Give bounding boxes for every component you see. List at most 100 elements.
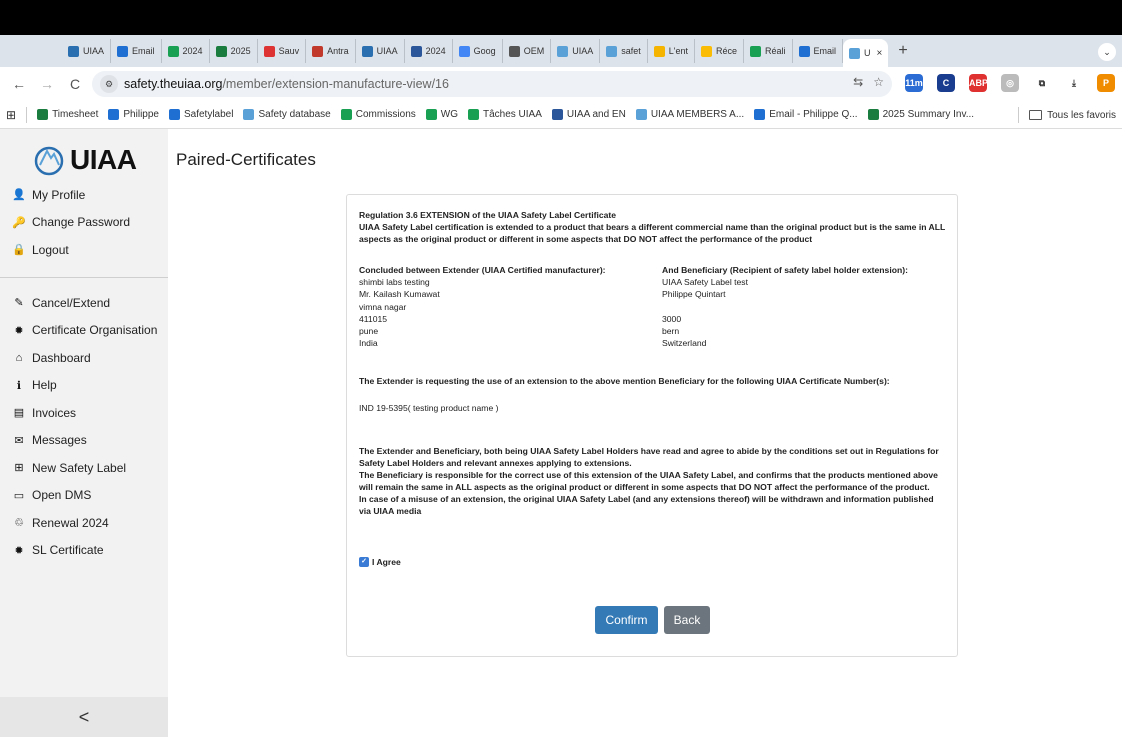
sidebar-item-new-safety-label[interactable]: ⊞ New Safety Label [0, 454, 168, 482]
sidebar-item-logout[interactable]: 🔒 Logout [0, 236, 168, 264]
browser-tab[interactable]: Email [111, 39, 162, 63]
extension-icon[interactable]: P [1097, 74, 1115, 92]
bookmark-item[interactable]: WG [425, 109, 458, 120]
uiaa-logo[interactable]: UIAA [32, 143, 137, 177]
sidebar-item-label: Logout [32, 242, 69, 257]
browser-tab[interactable]: 2024 [405, 39, 453, 63]
tab-label: Goog [473, 46, 496, 56]
extensions-area: 11mCABP◎⧉⤓P⋮ [905, 74, 1122, 92]
regulation-title: Regulation 3.6 EXTENSION of the UIAA Saf… [359, 210, 617, 220]
extension-icon[interactable]: ◎ [1001, 74, 1019, 92]
beneficiary-line [662, 301, 952, 313]
tab-label: Email [813, 46, 837, 56]
bookmark-item[interactable]: Philippe [108, 109, 159, 120]
bookmark-favicon-icon [467, 109, 479, 120]
bookmark-label: Timesheet [52, 109, 99, 120]
browser-tab[interactable]: 2025 [210, 39, 258, 63]
folder-icon [1029, 110, 1043, 120]
sidebar-item-renewal-2024[interactable]: ♲ Renewal 2024 [0, 509, 168, 537]
bookmark-favicon-icon [425, 109, 437, 120]
bookmark-item[interactable]: Email - Philippe Q... [754, 109, 858, 120]
url-bar[interactable]: ⚙ safety.theuiaa.org/member/extension-ma… [92, 71, 892, 97]
agree-row[interactable]: ✓ I Agree [359, 557, 401, 567]
browser-tab[interactable]: UIAA [551, 39, 601, 63]
browser-tab[interactable]: Réali [744, 39, 793, 63]
site-info-icon[interactable]: ⚙ [100, 75, 118, 93]
confirm-button[interactable]: Confirm [595, 606, 658, 634]
extension-icon[interactable]: ⧉ [1033, 74, 1051, 92]
bookmark-star-icon[interactable]: ☆ [873, 75, 884, 89]
sidebar-item-invoices[interactable]: ▤ Invoices [0, 399, 168, 427]
condition-paragraph: The Beneficiary is responsible for the c… [359, 470, 938, 492]
tab-favicon-icon [653, 45, 665, 57]
bookmark-label: 2025 Summary Inv... [882, 109, 975, 120]
agree-checkbox[interactable]: ✓ [359, 557, 369, 567]
forward-arrow-icon[interactable]: → [36, 76, 58, 92]
all-bookmarks[interactable]: Tous les favoris [1008, 107, 1116, 123]
browser-tab[interactable]: Antra [306, 39, 356, 63]
tab-search-icon[interactable]: ⌄ [1098, 43, 1116, 61]
back-button[interactable]: Back [664, 606, 710, 634]
all-bookmarks-label: Tous les favoris [1047, 109, 1116, 121]
tab-label: UIAA [83, 46, 105, 56]
extension-icon[interactable]: C [937, 74, 955, 92]
sidebar-item-certificate-organisation[interactable]: ✹ Certificate Organisation [0, 317, 168, 345]
back-arrow-icon[interactable]: ← [8, 76, 30, 92]
sidebar-item-my-profile[interactable]: 👤 My Profile [0, 181, 168, 209]
apps-grid-icon[interactable]: ⊞ [6, 108, 16, 122]
translate-icon[interactable]: ⇆ [853, 75, 863, 89]
reload-icon[interactable]: C [64, 76, 86, 92]
condition-paragraph: The Extender and Beneficiary, both being… [359, 446, 939, 468]
sidebar-item-help[interactable]: ℹ Help [0, 372, 168, 400]
bookmark-item[interactable]: 2025 Summary Inv... [867, 109, 975, 120]
browser-tab[interactable]: Goog [453, 39, 503, 63]
logout-icon: 🔒 [12, 244, 26, 257]
sidebar-item-sl-certificate[interactable]: ✹ SL Certificate [0, 537, 168, 565]
browser-tab[interactable]: L'ent [648, 39, 695, 63]
browser-tab[interactable]: Réce [695, 39, 745, 63]
bookmark-item[interactable]: Timesheet [37, 109, 98, 120]
help-icon: ℹ [16, 379, 22, 392]
tab-favicon-icon [606, 45, 618, 57]
tab-favicon-icon [117, 45, 129, 57]
tab-favicon-icon [361, 45, 373, 57]
bookmark-item[interactable]: UIAA and EN [551, 109, 626, 120]
tab-label: UIAA [376, 46, 398, 56]
bookmark-item[interactable]: Commissions [340, 109, 416, 120]
new-tab-button[interactable]: + [898, 42, 907, 60]
bookmarks-bar: ⊞ Timesheet Philippe Safetylabel Safety dat… [0, 101, 1122, 129]
extension-icon[interactable]: 11m [905, 74, 923, 92]
beneficiary-heading: And Beneficiary (Recipient of safety lab… [662, 265, 908, 275]
tab-label: Réce [716, 46, 738, 56]
close-tab-icon[interactable]: × [877, 48, 883, 59]
invoices-icon: ▤ [13, 407, 25, 420]
browser-tab[interactable]: Email [793, 39, 844, 63]
tab-favicon-icon [312, 45, 324, 57]
tab-favicon-icon [263, 45, 275, 57]
active-tab[interactable]: U × [843, 39, 889, 67]
extender-line: pune [359, 326, 379, 337]
sidebar-item-dashboard[interactable]: ⌂ Dashboard [0, 344, 168, 372]
bookmark-item[interactable]: Safetylabel [168, 109, 233, 120]
extension-icon[interactable]: ABP [969, 74, 988, 92]
browser-tab[interactable]: OEM [503, 39, 552, 63]
bookmark-item[interactable]: Tâches UIAA [467, 109, 542, 120]
bookmark-favicon-icon [37, 109, 49, 120]
sidebar-item-cancel-extend[interactable]: ✎ Cancel/Extend [0, 289, 168, 317]
new-safety-label-icon: ⊞ [14, 462, 24, 475]
extension-icon[interactable]: ⤓ [1065, 74, 1083, 92]
my-profile-icon: 👤 [12, 189, 26, 202]
browser-tab[interactable]: Sauv [258, 39, 307, 63]
tab-label: Email [132, 46, 155, 56]
renewal-2024-icon: ♲ [14, 517, 24, 530]
browser-tab[interactable]: UIAA [62, 39, 112, 63]
sidebar-item-open-dms[interactable]: ▭ Open DMS [0, 482, 168, 510]
browser-tab[interactable]: 2024 [162, 39, 210, 63]
collapse-sidebar-button[interactable]: < [0, 697, 168, 737]
browser-tab[interactable]: UIAA [356, 39, 405, 63]
sidebar-item-change-password[interactable]: 🔑 Change Password [0, 209, 168, 237]
bookmark-item[interactable]: UIAA MEMBERS A... [635, 109, 744, 120]
browser-tab[interactable]: safet [600, 39, 648, 63]
sidebar-item-messages[interactable]: ✉ Messages [0, 427, 168, 455]
bookmark-item[interactable]: Safety database [243, 109, 331, 120]
